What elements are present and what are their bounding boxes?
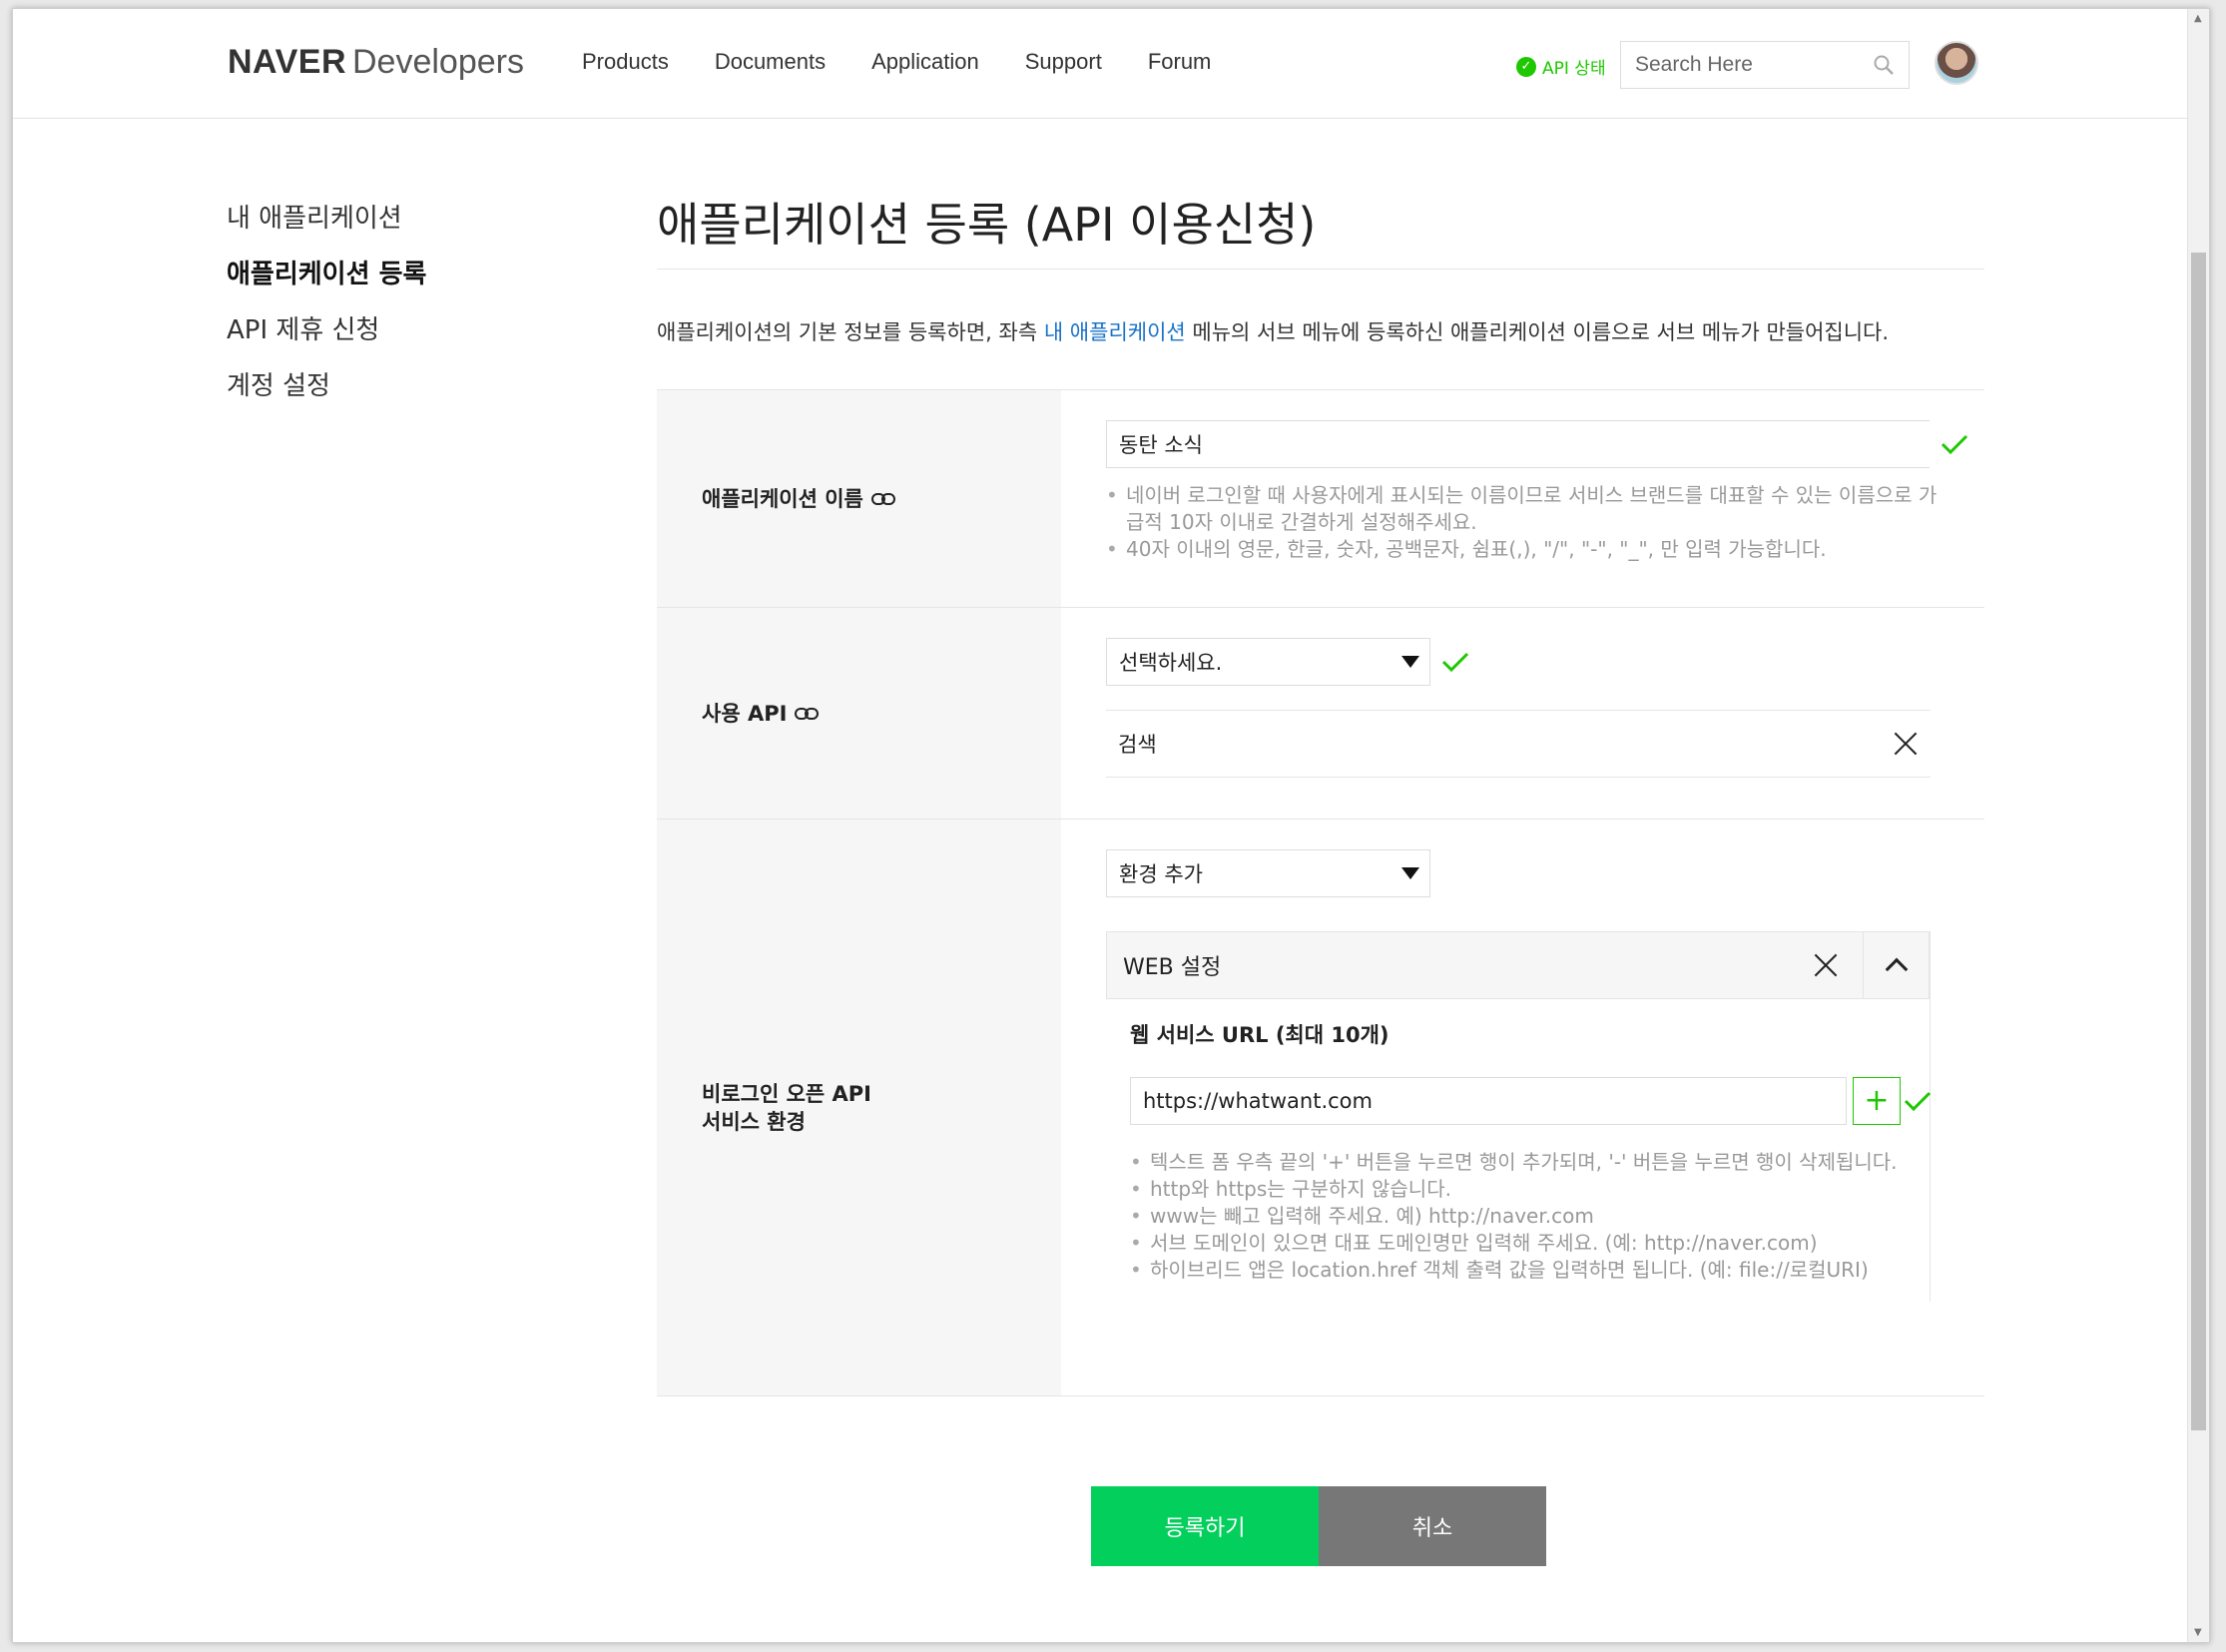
search-icon[interactable] [1873, 54, 1895, 76]
remove-api-close-icon[interactable] [1893, 731, 1919, 757]
web-settings-header: WEB 설정 [1106, 931, 1930, 999]
app-name-row: 애플리케이션 이름 네이버 로그인할 때 사용자에게 표시되는 이름이므로 서비… [657, 390, 1984, 608]
web-settings-panel: WEB 설정 웹 서비스 URL (최대 10개) + [1106, 931, 1932, 1302]
api-status-link[interactable]: ✓ API 상태 [1516, 54, 1606, 79]
scroll-up-arrow-icon[interactable]: ▲ [2194, 13, 2202, 24]
scrollbar-thumb[interactable] [2191, 253, 2206, 1430]
scroll-down-arrow-icon[interactable]: ▼ [2194, 1627, 2202, 1638]
hint-item: http와 https는 구분하지 않습니다. [1130, 1176, 1906, 1203]
use-api-label-cell: 사용 API [657, 608, 1061, 819]
remove-environment-close-icon[interactable] [1813, 952, 1839, 978]
environment-label-line1: 비로그인 오픈 API [702, 1081, 871, 1106]
app-name-label: 애플리케이션 이름 [702, 486, 863, 511]
left-sidebar: 내 애플리케이션 애플리케이션 등록 API 제휴 신청 계정 설정 [227, 199, 426, 422]
nav-application[interactable]: Application [871, 49, 979, 75]
web-service-url-input[interactable] [1130, 1077, 1847, 1125]
selected-api-label: 검색 [1118, 733, 1157, 757]
page-description: 애플리케이션의 기본 정보를 등록하면, 좌측 내 애플리케이션 메뉴의 서브 … [657, 311, 1979, 353]
collapse-chevron-up-icon[interactable] [1863, 932, 1929, 998]
nav-support[interactable]: Support [1025, 49, 1102, 75]
naver-developers-logo[interactable]: NAVER Developers [228, 43, 524, 82]
hint-item: 텍스트 폼 우측 끝의 '+' 버튼을 누르면 행이 추가되며, '-' 버튼을… [1130, 1149, 1906, 1176]
hint-item: 서브 도메인이 있으면 대표 도메인명만 입력해 주세요. (예: http:/… [1130, 1230, 1906, 1257]
link-icon[interactable] [795, 707, 820, 721]
environment-row: 비로그인 오픈 API 서비스 환경 환경 추가 WEB 설정 웹 서비스 UR… [657, 820, 1984, 1396]
valid-check-icon [1904, 1091, 1932, 1112]
sidebar-item-register-application[interactable]: 애플리케이션 등록 [227, 255, 426, 310]
api-select[interactable]: 선택하세요. [1106, 638, 1430, 686]
main-nav: Products Documents Application Support F… [582, 49, 1257, 75]
vertical-scrollbar[interactable]: ▲ ▼ [2187, 9, 2209, 1642]
sidebar-item-my-applications[interactable]: 내 애플리케이션 [227, 199, 426, 255]
cancel-button[interactable]: 취소 [1319, 1486, 1546, 1566]
top-header: NAVER Developers Products Documents Appli… [13, 9, 2189, 119]
sidebar-item-account-settings[interactable]: 계정 설정 [227, 366, 426, 422]
add-url-plus-icon[interactable]: + [1853, 1077, 1901, 1125]
registration-form: 애플리케이션 이름 네이버 로그인할 때 사용자에게 표시되는 이름이므로 서비… [657, 389, 1984, 1396]
app-name-hints: 네이버 로그인할 때 사용자에게 표시되는 이름이므로 서비스 브랜드를 대표할… [1106, 482, 1952, 563]
valid-check-icon [1941, 434, 1968, 455]
description-text-after: 메뉴의 서브 메뉴에 등록하신 애플리케이션 이름으로 서브 메뉴가 만들어집니… [1185, 320, 1890, 344]
register-button[interactable]: 등록하기 [1091, 1486, 1319, 1566]
sidebar-item-api-partnership[interactable]: API 제휴 신청 [227, 310, 426, 366]
url-hints: 텍스트 폼 우측 끝의 '+' 버튼을 누르면 행이 추가되며, '-' 버튼을… [1130, 1149, 1906, 1284]
logo-regular-text: Developers [352, 43, 524, 81]
environment-label-line2: 서비스 환경 [702, 1109, 806, 1134]
web-service-url-heading: 웹 서비스 URL (최대 10개) [1130, 1023, 1390, 1047]
environment-label-cell: 비로그인 오픈 API 서비스 환경 [657, 820, 1061, 1395]
my-application-link[interactable]: 내 애플리케이션 [1044, 320, 1186, 344]
main-content: 애플리케이션 등록 (API 이용신청) 애플리케이션의 기본 정보를 등록하면… [657, 189, 1984, 1566]
user-avatar[interactable] [1935, 41, 1978, 85]
dropdown-arrow-icon [1401, 656, 1419, 668]
hint-item: 네이버 로그인할 때 사용자에게 표시되는 이름이므로 서비스 브랜드를 대표할… [1106, 482, 1952, 536]
description-text-before: 애플리케이션의 기본 정보를 등록하면, 좌측 [657, 320, 1044, 344]
browser-window: NAVER Developers Products Documents Appli… [12, 8, 2210, 1643]
url-input-row: + [1130, 1077, 1932, 1125]
dropdown-arrow-icon [1401, 867, 1419, 879]
link-icon[interactable] [870, 492, 895, 506]
page-title: 애플리케이션 등록 (API 이용신청) [657, 189, 1984, 270]
environment-field-cell: 환경 추가 WEB 설정 웹 서비스 URL (최대 10개) https://… [1061, 820, 1984, 1395]
form-actions: 등록하기 취소 [657, 1486, 1984, 1566]
nav-products[interactable]: Products [582, 49, 669, 75]
nav-documents[interactable]: Documents [715, 49, 826, 75]
nav-forum[interactable]: Forum [1148, 49, 1212, 75]
environment-label: 비로그인 오픈 API 서비스 환경 [702, 1080, 871, 1136]
hint-item: www는 빼고 입력해 주세요. 예) http://naver.com [1130, 1203, 1906, 1230]
hint-item: 40자 이내의 영문, 한글, 숫자, 공백문자, 쉼표(,), "/", "-… [1106, 536, 1952, 563]
app-name-field-cell: 네이버 로그인할 때 사용자에게 표시되는 이름이므로 서비스 브랜드를 대표할… [1061, 390, 1984, 607]
environment-add-select[interactable]: 환경 추가 [1106, 849, 1430, 897]
use-api-label: 사용 API [702, 701, 788, 726]
search-box [1620, 41, 1910, 89]
search-input[interactable] [1621, 42, 1851, 88]
app-name-input[interactable] [1106, 420, 1930, 468]
api-select-value: 선택하세요. [1119, 651, 1223, 675]
selected-api-item: 검색 [1106, 710, 1931, 778]
environment-select-value: 환경 추가 [1119, 862, 1203, 886]
use-api-field-cell: 선택하세요. 검색 [1061, 608, 1984, 819]
valid-check-icon [1441, 652, 1469, 673]
web-settings-title: WEB 설정 [1123, 955, 1222, 980]
web-settings-body: 웹 서비스 URL (최대 10개) + 텍스트 폼 우측 끝의 '+' 버튼을… [1106, 999, 1932, 1302]
use-api-row: 사용 API 선택하세요. 검색 [657, 608, 1984, 820]
check-circle-icon: ✓ [1516, 56, 1536, 77]
logo-bold-text: NAVER [228, 43, 346, 81]
app-name-label-cell: 애플리케이션 이름 [657, 390, 1061, 607]
hint-item: 하이브리드 앱은 location.href 객체 출력 값을 입력하면 됩니다… [1130, 1257, 1906, 1284]
api-status-label: API 상태 [1542, 59, 1606, 79]
